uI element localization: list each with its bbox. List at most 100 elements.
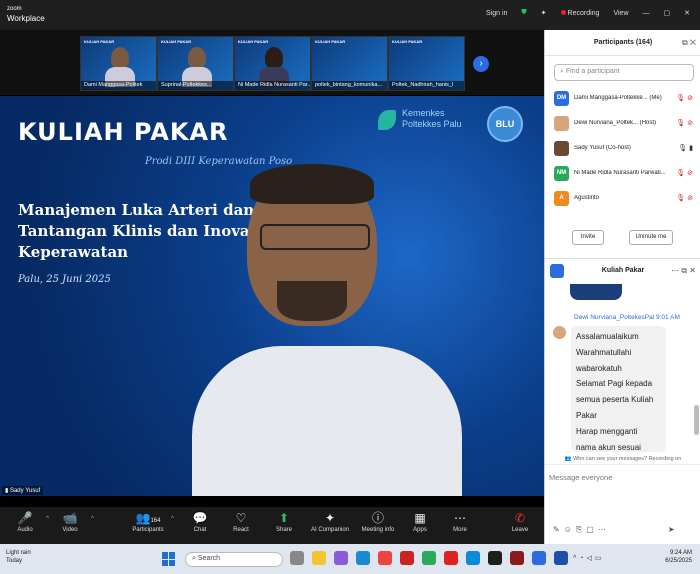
telegram-icon[interactable] — [466, 551, 480, 565]
send-icon[interactable]: ➤ — [668, 525, 675, 534]
chat-button[interactable]: 💬 Chat — [180, 510, 220, 533]
participant-search-input[interactable]: ⌕ Find a participant — [554, 64, 694, 81]
unmute-me-button[interactable]: Unmute me — [629, 230, 673, 245]
popout-icon[interactable]: ⧉ — [682, 38, 688, 47]
participants-button[interactable]: 👥164 Participants ^ — [126, 510, 174, 533]
video-tile[interactable]: KULIAH PAKAR Suprinal-Poltekkes... — [157, 36, 234, 91]
weather-widget[interactable]: Light rain Today — [6, 549, 31, 565]
react-label: React — [233, 527, 249, 533]
audio-button[interactable]: 🎤 Audio ^ — [5, 510, 49, 533]
attach-icon[interactable]: ⎘ — [576, 525, 586, 534]
more-icon[interactable]: ⋯ — [598, 525, 610, 534]
participant-row[interactable]: DM Dami Manggasa-Poltekke... (Me) 🎙⊘ — [545, 88, 700, 113]
copilot-icon[interactable] — [334, 551, 348, 565]
video-tile[interactable]: KULIAH PAKAR Ni Made Ridla Nurasanti Par… — [234, 36, 311, 91]
chat-message: Assalamualaikum Warahmatullahi wabarokat… — [571, 326, 666, 452]
volume-icon[interactable]: ◁ — [587, 555, 595, 562]
avatar — [554, 116, 569, 131]
participant-row[interactable]: Sady Yusuf (Co-host) 🎙▮ — [545, 138, 700, 163]
battery-icon[interactable]: ▭ — [595, 555, 605, 562]
more-button[interactable]: ⋯ More — [440, 510, 480, 533]
chat-visibility-notice[interactable]: 👥 Who can see your messages? Recording o… — [545, 453, 700, 465]
whatsapp-icon[interactable] — [422, 551, 436, 565]
wifi-icon[interactable]: ◔ — [579, 555, 586, 562]
app-icon[interactable] — [510, 551, 524, 565]
participant-row[interactable]: Dewi Nurviana_Poltek... (Host) 🎙⊘ — [545, 113, 700, 138]
view-button[interactable]: View — [613, 10, 628, 17]
speaker-hair — [250, 164, 374, 204]
emoji-icon[interactable]: ☺ — [564, 525, 576, 534]
chat-message-input[interactable]: Message everyone — [549, 473, 612, 482]
brand-line2: Workplace — [7, 14, 45, 23]
taskbar-search-input[interactable]: ⌕ Search — [185, 552, 283, 567]
recording-indicator[interactable]: Recording — [560, 9, 599, 17]
opera-icon[interactable] — [444, 551, 458, 565]
chrome-icon[interactable] — [378, 551, 392, 565]
meeting-controls: 🎤 Audio ^ 📹 Video ^ 👥164 Participants ^ 💬 Chat … — [0, 507, 544, 544]
message-line: semua peserta Kuliah — [576, 395, 654, 405]
video-tile[interactable]: KULIAH PAKAR poltek_bintang_komunika... — [311, 36, 388, 91]
media-icon[interactable] — [488, 551, 502, 565]
apps-button[interactable]: ▦ Apps — [400, 510, 440, 533]
participants-header: Participants (164) ⧉ ✕ — [545, 30, 700, 56]
format-icon[interactable]: ✎ — [553, 525, 564, 534]
leaf-icon — [378, 110, 396, 130]
shield-icon[interactable]: ⛊ — [521, 9, 526, 17]
message-line: nama akun sesuai — [576, 442, 641, 452]
caret-up-icon[interactable]: ^ — [91, 516, 94, 522]
info-icon: ⓘ — [371, 511, 384, 525]
start-tile — [162, 559, 168, 566]
system-tray[interactable]: ^◔◁▭ — [573, 554, 605, 562]
sparkle-icon[interactable]: ✦ — [541, 9, 547, 17]
video-tile[interactable]: KULIAH PAKAR Dami Manggasa-Politek — [80, 36, 157, 91]
more-label: More — [453, 527, 467, 533]
popout-icon[interactable]: ⧉ — [681, 266, 687, 275]
share-button[interactable]: ⬆ Share — [264, 510, 304, 533]
react-button[interactable]: ♡ React — [221, 510, 261, 533]
more-icon: ⋯ — [454, 511, 466, 525]
close-panel-icon[interactable]: ✕ — [689, 266, 696, 275]
more-options-icon[interactable]: ⋯ — [671, 266, 679, 275]
restore-button[interactable]: ▢ — [664, 9, 671, 17]
tile-slide-title: KULIAH PAKAR — [238, 39, 269, 44]
sign-in-button[interactable]: Sign in — [486, 10, 507, 17]
chat-title: Kuliah Pakar — [601, 267, 645, 274]
tile-slide-title: KULIAH PAKAR — [84, 39, 115, 44]
ai-companion-button[interactable]: ✦ AI Companion — [306, 510, 354, 533]
participant-row[interactable]: NM Ni Made Ridla Nurasanti Parwati... 🎙⊘ — [545, 163, 700, 188]
app-icon[interactable] — [400, 551, 414, 565]
video-button[interactable]: 📹 Video ^ — [50, 510, 94, 533]
muted-mic-icon: 🎙⊘ — [676, 120, 695, 127]
chat-image-attachment[interactable] — [570, 284, 622, 300]
close-button[interactable]: ✕ — [684, 9, 690, 17]
participants-count: 164 — [150, 518, 161, 524]
chat-sender: Dewi Nurviana_PoltekesPal 9:01 AM — [574, 314, 680, 321]
video-tile[interactable]: KULIAH PAKAR Poltek_Nadhirah_hanis_l — [388, 36, 465, 91]
tile-slide-title: KULIAH PAKAR — [392, 39, 423, 44]
minimize-button[interactable]: — — [643, 10, 650, 17]
caret-up-icon[interactable]: ^ — [171, 516, 174, 522]
speaker-beard — [277, 281, 347, 321]
caret-up-icon[interactable]: ^ — [46, 516, 49, 522]
windows-start-icon[interactable] — [162, 552, 176, 566]
meeting-info-button[interactable]: ⓘ Meeting info — [356, 510, 400, 533]
leave-button[interactable]: ✆ Leave — [500, 510, 540, 533]
participant-row[interactable]: A Agustinto 🎙⊘ — [545, 188, 700, 213]
invite-button[interactable]: Invite — [572, 230, 604, 245]
record-dot-icon — [560, 9, 566, 15]
clock[interactable]: 9:24 AM 6/25/2025 — [665, 549, 692, 565]
close-panel-icon[interactable]: ✕ — [690, 38, 696, 47]
next-page-button[interactable]: › — [473, 56, 489, 72]
chat-scrollbar[interactable] — [694, 405, 699, 435]
app-brand: zoom Workplace — [7, 5, 45, 23]
edge-icon[interactable] — [356, 551, 370, 565]
side-panel: Participants (164) ⧉ ✕ ⌕ Find a particip… — [544, 30, 700, 544]
message-line: wabarokatuh — [576, 363, 622, 373]
folder-icon[interactable] — [312, 551, 326, 565]
camera-icon: 📹 — [62, 511, 78, 525]
screenshot-icon[interactable]: ▢ — [586, 525, 598, 534]
zoom-icon[interactable] — [532, 551, 546, 565]
word-icon[interactable] — [554, 551, 568, 565]
task-view-icon[interactable] — [290, 551, 304, 565]
leave-label: Leave — [511, 527, 529, 533]
